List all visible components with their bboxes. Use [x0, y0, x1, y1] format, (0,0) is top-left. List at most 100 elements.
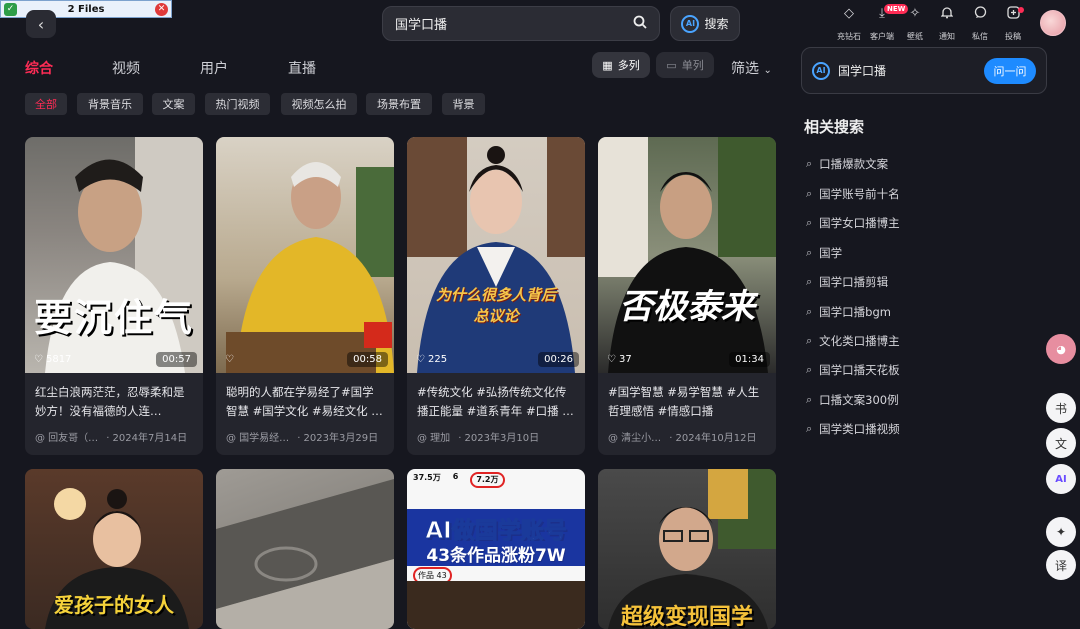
- chip-copy[interactable]: 文案: [152, 93, 195, 115]
- related-item[interactable]: ⌕ 文化类口播博主: [806, 333, 900, 349]
- stat-value: 37.5万: [413, 473, 441, 482]
- video-title[interactable]: 聪明的人都在学易经了#国学智慧 #国学文化 #易经文化 …: [216, 373, 394, 423]
- close-icon[interactable]: ✕: [155, 3, 168, 16]
- translate-icon[interactable]: 文: [1046, 428, 1076, 458]
- multi-column-label: 多列: [617, 59, 640, 72]
- search-icon: ⌕: [806, 393, 813, 406]
- video-thumbnail[interactable]: ♡ 00:58: [216, 137, 394, 373]
- ai-search-button[interactable]: AI 搜索: [670, 6, 740, 41]
- chat-icon: [974, 6, 987, 24]
- ask-panel[interactable]: AI 国学口播 问一问: [801, 47, 1047, 94]
- related-item[interactable]: ⌕ 国学账号前十名: [806, 186, 900, 202]
- diamond-icon: ◇: [844, 6, 854, 21]
- sparkle-icon[interactable]: ✦: [1046, 517, 1076, 547]
- person-figure: [598, 137, 776, 373]
- tab-live[interactable]: 直播: [288, 58, 316, 78]
- chip-all[interactable]: 全部: [25, 93, 67, 115]
- video-card[interactable]: [216, 469, 394, 629]
- filter-label: 筛选: [731, 61, 759, 77]
- ai-icon: AI: [681, 14, 700, 33]
- wallpaper-icon: ✧: [909, 6, 921, 21]
- avatar[interactable]: [1040, 10, 1066, 36]
- chip-bg[interactable]: 背景: [442, 93, 485, 115]
- search-icon: ⌕: [806, 422, 813, 435]
- related-label: 国学女口播博主: [819, 216, 900, 230]
- related-item[interactable]: ⌕ 国学类口播视频: [806, 421, 900, 437]
- tab-users[interactable]: 用户: [200, 58, 228, 78]
- related-item[interactable]: ⌕ 国学女口播博主: [806, 215, 900, 231]
- video-title[interactable]: #传统文化 #弘扬传统文化传播正能量 #道系青年 #口播 …: [407, 373, 585, 423]
- nav-wallpaper[interactable]: ✧ 壁纸: [897, 6, 933, 42]
- video-title[interactable]: 红尘白浪两茫茫，忍辱柔和是妙方！没有福德的人连…: [25, 373, 203, 423]
- related-item[interactable]: ⌕ 口播爆款文案: [806, 156, 888, 172]
- back-button[interactable]: ‹: [26, 10, 56, 38]
- author[interactable]: @ 理加: [417, 429, 450, 444]
- video-title[interactable]: #国学智慧 #易学智慧 #人生哲理感悟 #情感口播: [598, 373, 776, 423]
- search-icon: ⌕: [806, 334, 813, 347]
- related-item[interactable]: ⌕ 国学口播剪辑: [806, 274, 888, 290]
- video-thumbnail[interactable]: 37.5万 6 7.2万 AI做国学账号 43条作品涨粉7W 作品 43: [407, 469, 585, 629]
- search-input[interactable]: 国学口播: [382, 6, 660, 41]
- search-icon: ⌕: [806, 363, 813, 376]
- publish-date: · 2024年10月12日: [669, 433, 757, 444]
- nav-label: 壁纸: [907, 32, 923, 41]
- nav-notify[interactable]: 通知: [929, 6, 965, 42]
- video-thumbnail[interactable]: 要沉住气 ♡ 5817 00:57: [25, 137, 203, 373]
- search-query: 国学口播: [395, 18, 448, 33]
- overlay-caption: 否极泰来: [619, 287, 755, 327]
- search-icon: ⌕: [806, 157, 813, 170]
- ask-button[interactable]: 问一问: [984, 57, 1036, 84]
- related-label: 国学口播天花板: [819, 363, 900, 377]
- video-card[interactable]: 超级变现国学: [598, 469, 776, 629]
- video-card[interactable]: ♡ 00:58 聪明的人都在学易经了#国学智慧 #国学文化 #易经文化 … @ …: [216, 137, 394, 455]
- multi-column-button[interactable]: ▦ 多列: [592, 52, 650, 78]
- tab-video[interactable]: 视频: [112, 58, 140, 78]
- nav-label: 客户端: [870, 32, 894, 41]
- search-icon: ⌕: [806, 305, 813, 318]
- related-label: 国学类口播视频: [819, 422, 900, 436]
- video-thumbnail[interactable]: 否极泰来 ♡ 37 01:34: [598, 137, 776, 373]
- likes-count: ♡ 225: [416, 354, 447, 365]
- related-item[interactable]: ⌕ 国学口播天花板: [806, 362, 900, 378]
- video-thumbnail[interactable]: 为什么很多人背后总议论 ♡ 225 00:26: [407, 137, 585, 373]
- chevron-left-icon: ‹: [37, 14, 45, 34]
- related-item[interactable]: ⌕ 国学: [806, 245, 842, 261]
- video-thumbnail[interactable]: [216, 469, 394, 629]
- author[interactable]: @ 回友哥（…: [35, 429, 98, 444]
- duration: 00:57: [156, 352, 197, 367]
- related-label: 口播文案300例: [819, 393, 899, 407]
- chip-bgm[interactable]: 背景音乐: [77, 93, 143, 115]
- publish-date: · 2023年3月29日: [297, 433, 379, 444]
- related-item[interactable]: ⌕ 口播文案300例: [806, 392, 899, 408]
- related-item[interactable]: ⌕ 国学口播bgm: [806, 304, 891, 320]
- filter-button[interactable]: 筛选 ⌄: [731, 58, 772, 78]
- book-icon[interactable]: 书: [1046, 393, 1076, 423]
- single-column-button[interactable]: ▭ 单列: [656, 52, 714, 78]
- nav-diamond[interactable]: ◇ 充钻石: [831, 6, 867, 42]
- chip-scene[interactable]: 场景布置: [366, 93, 432, 115]
- video-thumbnail[interactable]: 爱孩子的女人: [25, 469, 203, 629]
- tab-all[interactable]: 综合: [25, 58, 53, 78]
- ask-query: 国学口播: [838, 64, 887, 78]
- video-card[interactable]: 要沉住气 ♡ 5817 00:57 红尘白浪两茫茫，忍辱柔和是妙方！没有福德的人连…: [25, 137, 203, 455]
- author[interactable]: @ 国学易经…: [226, 429, 289, 444]
- chip-howto[interactable]: 视频怎么拍: [281, 93, 357, 115]
- video-card[interactable]: 否极泰来 ♡ 37 01:34 #国学智慧 #易学智慧 #人生哲理感悟 #情感口播…: [598, 137, 776, 455]
- video-card[interactable]: 为什么很多人背后总议论 ♡ 225 00:26 #传统文化 #弘扬传统文化传播正能…: [407, 137, 585, 455]
- likes-count: ♡ 5817: [34, 354, 71, 365]
- video-card[interactable]: 37.5万 6 7.2万 AI做国学账号 43条作品涨粉7W 作品 43: [407, 469, 585, 629]
- duration: 01:34: [729, 352, 770, 367]
- related-title: 相关搜索: [804, 118, 865, 136]
- search-icon: ⌕: [806, 187, 813, 200]
- nav-upload[interactable]: 投稿: [995, 6, 1031, 42]
- video-thumbnail[interactable]: 超级变现国学: [598, 469, 776, 629]
- chip-hot[interactable]: 热门视频: [205, 93, 270, 115]
- video-card[interactable]: 爱孩子的女人: [25, 469, 203, 629]
- ai-assistant-icon[interactable]: AI: [1046, 464, 1076, 494]
- nav-messages[interactable]: 私信: [962, 6, 998, 42]
- publish-date: · 2023年3月10日: [458, 433, 540, 444]
- avatar-fab[interactable]: ◕: [1046, 334, 1076, 364]
- translate-icon[interactable]: 译: [1046, 550, 1076, 580]
- author[interactable]: @ 清尘小…: [608, 429, 661, 444]
- search-icon[interactable]: [633, 15, 647, 33]
